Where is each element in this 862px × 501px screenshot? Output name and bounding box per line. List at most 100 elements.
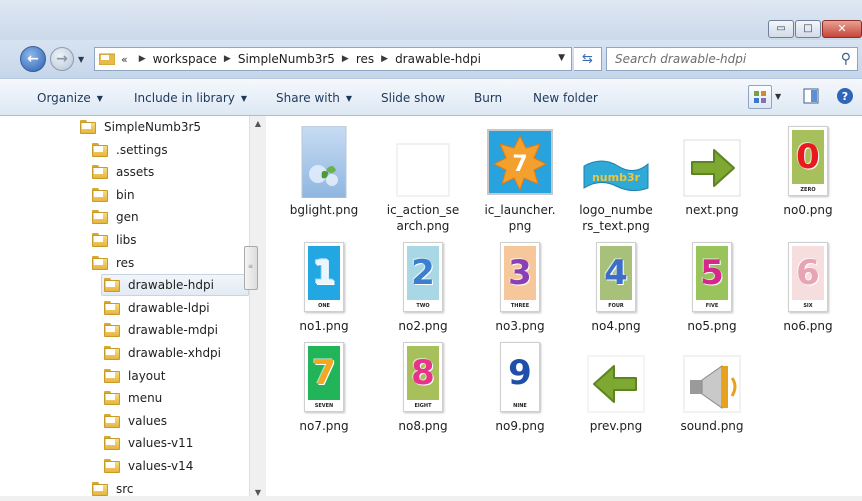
breadcrumb-item[interactable]: drawable-hdpi	[395, 52, 481, 66]
file-item[interactable]: 5 FIVE no5.png	[662, 242, 762, 352]
new-folder-button[interactable]: New folder	[533, 85, 598, 111]
tree-item-selected[interactable]: drawable-hdpi	[101, 274, 249, 297]
file-name: no5.png	[687, 319, 737, 333]
scrollbar-thumb[interactable]: ≡	[244, 246, 258, 290]
folder-icon	[104, 459, 120, 473]
forward-button[interactable]: →	[50, 47, 74, 71]
folder-icon	[98, 53, 116, 66]
breadcrumb-item[interactable]: res	[356, 52, 374, 66]
include-in-library-label: Include in library	[134, 91, 235, 105]
tree-item-label: libs	[116, 233, 137, 247]
maximize-icon: □	[803, 23, 813, 34]
recent-pages-dropdown[interactable]: ▼	[78, 55, 84, 64]
file-name: no4.png	[591, 319, 641, 333]
chevron-right-icon[interactable]: ▶	[342, 54, 349, 64]
scroll-up-icon[interactable]: ▲	[250, 116, 266, 132]
tree-item-root[interactable]: SimpleNumb3r5	[80, 116, 201, 138]
file-item[interactable]: 4 FOUR no4.png	[566, 242, 666, 352]
tree-item[interactable]: gen	[92, 206, 139, 228]
file-name: no8.png	[398, 419, 448, 433]
preview-pane-button[interactable]	[800, 85, 824, 109]
window-bottom-edge	[0, 496, 862, 501]
file-item[interactable]: next.png	[662, 126, 762, 236]
chevron-right-icon[interactable]: ▶	[381, 54, 388, 64]
breadcrumb-item[interactable]: workspace	[153, 52, 217, 66]
chevron-right-icon[interactable]: ▶	[139, 54, 146, 64]
file-item[interactable]: ic_action_search.png	[373, 126, 473, 236]
file-name: sound.png	[680, 419, 744, 433]
tree-item[interactable]: assets	[92, 161, 154, 183]
file-item[interactable]: 7 SEVEN no7.png	[274, 342, 374, 452]
tree-item[interactable]: .settings	[92, 139, 168, 161]
navigation-scrollbar[interactable]: ▲ ≡ ▼	[244, 116, 266, 501]
back-button[interactable]: ←	[20, 46, 46, 72]
address-dropdown-icon[interactable]: ▼	[558, 53, 565, 63]
file-name: no1.png	[299, 319, 349, 333]
help-button[interactable]: ?	[834, 85, 858, 109]
tree-item[interactable]: libs	[92, 229, 137, 251]
refresh-button[interactable]: ⇆	[574, 47, 602, 71]
maximize-button[interactable]: □	[795, 20, 821, 38]
tree-item-label: SimpleNumb3r5	[104, 120, 202, 134]
file-name: no7.png	[299, 419, 349, 433]
file-item[interactable]: 0 ZERO no0.png	[758, 126, 858, 236]
tree-item-label: drawable-hdpi	[128, 278, 214, 293]
image-thumbnail: 1 ONE	[304, 242, 344, 312]
file-item[interactable]: 9 NINE no9.png	[470, 342, 570, 452]
prev-image-icon	[580, 342, 652, 414]
tree-item[interactable]: values-v11	[104, 432, 193, 454]
breadcrumb-overflow[interactable]: «	[121, 53, 128, 66]
tree-item[interactable]: menu	[104, 387, 162, 409]
tree-item[interactable]: drawable-xhdpi	[104, 342, 221, 364]
address-bar[interactable]: « ▶ workspace ▶ SimpleNumb3r5 ▶ res ▶ drawable-…	[94, 47, 572, 71]
tree-item-label: .settings	[116, 142, 168, 157]
close-button[interactable]: ✕	[822, 20, 862, 38]
thumbnail-word: SEVEN	[314, 403, 334, 409]
tree-item-label: gen	[116, 210, 139, 225]
file-item[interactable]: 3 THREE no3.png	[470, 242, 570, 352]
search-icon[interactable]: ⚲	[841, 51, 851, 67]
tree-item[interactable]: drawable-mdpi	[104, 319, 218, 341]
file-item[interactable]: prev.png	[566, 342, 666, 452]
sound-image-icon	[676, 342, 748, 414]
file-item[interactable]: bglight.png	[274, 125, 374, 236]
file-item[interactable]: 8 EIGHT no8.png	[373, 342, 473, 452]
file-name: no6.png	[783, 319, 833, 333]
file-item[interactable]: 7 ic_launcher.png	[470, 126, 570, 236]
view-options-dropdown[interactable]: ▼	[772, 85, 786, 109]
change-view-button[interactable]	[748, 85, 772, 109]
chevron-right-icon[interactable]: ▶	[224, 54, 231, 64]
title-bar: ▭ □ ✕	[0, 0, 862, 40]
search-input[interactable]	[607, 48, 827, 70]
file-item[interactable]: 1 ONE no1.png	[274, 242, 374, 352]
tree-item[interactable]: values	[104, 410, 167, 432]
folder-icon	[92, 165, 108, 180]
organize-menu[interactable]: Organize ▼	[37, 85, 103, 111]
tree-item[interactable]: drawable-ldpi	[104, 297, 210, 319]
breadcrumb-item[interactable]: SimpleNumb3r5	[238, 52, 335, 66]
folder-icon	[104, 436, 120, 451]
folder-icon	[104, 346, 120, 360]
file-item[interactable]: numb3r logo_numbers_text.png	[566, 126, 666, 236]
file-name: no3.png	[495, 319, 545, 333]
tree-item[interactable]: bin	[92, 184, 135, 206]
tree-item[interactable]: layout	[104, 365, 165, 387]
tree-item[interactable]: res	[92, 252, 134, 274]
minimize-icon: ▭	[776, 23, 786, 34]
include-in-library-menu[interactable]: Include in library ▼	[134, 85, 247, 111]
file-item[interactable]: 6 SIX no6.png	[758, 242, 858, 352]
minimize-button[interactable]: ▭	[768, 20, 794, 38]
image-thumbnail: 8 EIGHT	[403, 342, 443, 412]
svg-text:numb3r: numb3r	[592, 171, 641, 184]
file-item[interactable]: 2 TWO no2.png	[373, 242, 473, 352]
burn-button[interactable]: Burn	[474, 85, 502, 111]
chevron-down-icon: ▼	[345, 93, 353, 103]
tree-item[interactable]: values-v14	[104, 455, 193, 477]
share-with-label: Share with	[276, 91, 340, 105]
share-with-menu[interactable]: Share with ▼	[276, 85, 352, 111]
file-item[interactable]: sound.png	[662, 342, 762, 452]
preview-pane-icon	[803, 88, 819, 104]
folder-icon	[92, 481, 108, 496]
slide-show-button[interactable]: Slide show	[381, 85, 445, 111]
folder-icon	[92, 142, 108, 157]
